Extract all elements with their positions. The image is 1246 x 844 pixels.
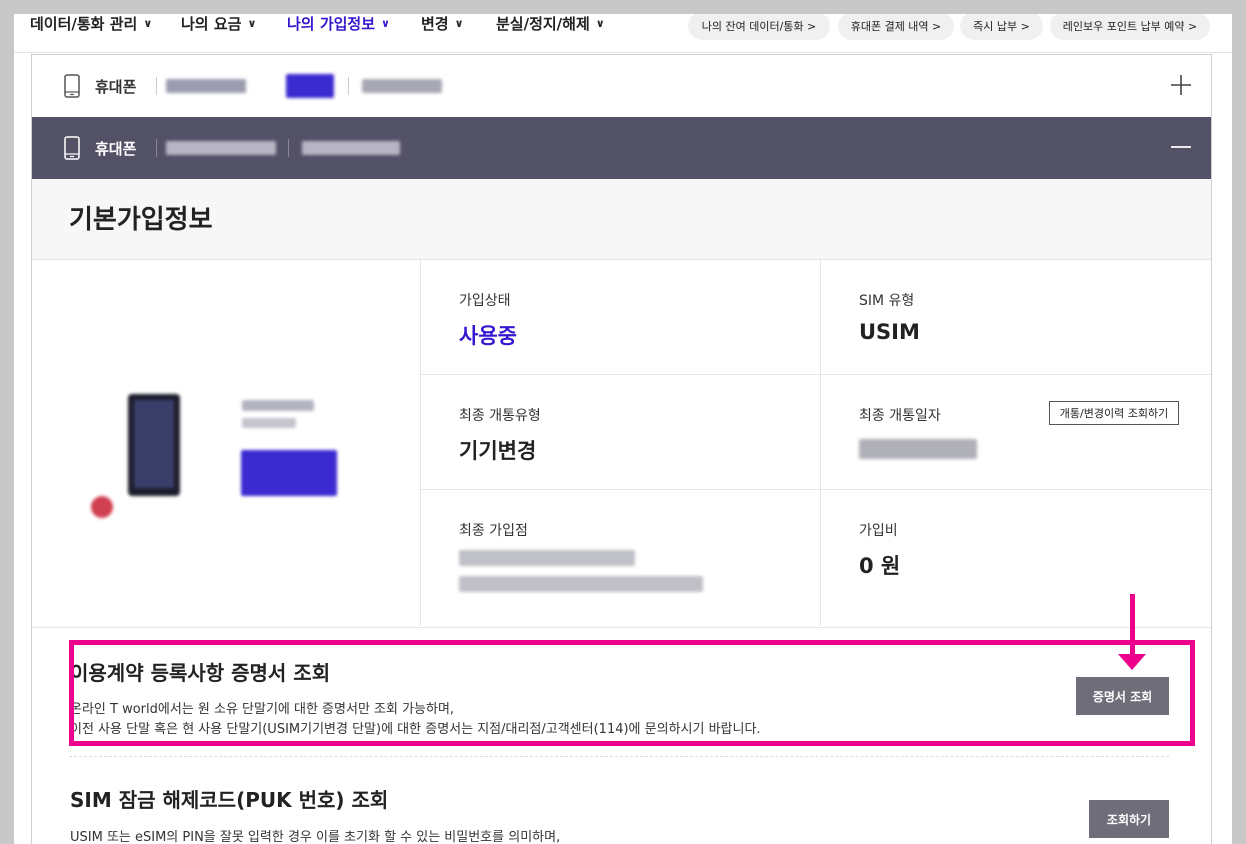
section-divider <box>69 756 1169 757</box>
masked-store-name <box>459 550 635 566</box>
info-cell-sim-type: SIM 유형 USIM <box>820 260 1211 375</box>
info-cell-open-type: 최종 개통유형 기기변경 <box>420 375 821 490</box>
cell-value: 0 원 <box>859 554 901 578</box>
masked-device-button[interactable] <box>241 450 337 496</box>
cell-label: 가입비 <box>859 523 898 539</box>
device-color-swatch <box>91 496 113 518</box>
info-cell-status: 가입상태 사용중 <box>420 260 821 375</box>
shortcut-phone-payment[interactable]: 휴대폰 결제 내역 > <box>838 14 954 40</box>
chevron-down-icon: ∨ <box>381 16 390 30</box>
nav-item-label: 데이터/통화 관리 <box>30 14 138 33</box>
nav-item-change[interactable]: 변경 ∨ <box>421 14 464 33</box>
divider <box>288 139 289 157</box>
puk-desc: USIM 또는 eSIM의 PIN을 잘못 입력한 경우 이를 초기화 할 수 … <box>70 830 561 844</box>
divider <box>156 77 157 95</box>
phone-icon <box>64 136 80 160</box>
phone-icon <box>64 74 80 98</box>
nav-item-label: 분실/정지/해제 <box>496 14 590 33</box>
top-nav: 데이터/통화 관리 ∨ 나의 요금 ∨ 나의 가입정보 ∨ 변경 ∨ 분실/정지… <box>14 14 1232 54</box>
cell-value: 사용중 <box>459 324 517 348</box>
masked-phone-number <box>166 79 246 93</box>
device-panel <box>32 260 421 626</box>
masked-phone-number <box>166 141 276 155</box>
masked-badge <box>286 74 334 98</box>
cell-label: 가입상태 <box>459 293 511 309</box>
divider <box>348 77 349 95</box>
page-title: 기본가입정보 <box>69 205 213 235</box>
masked-device-model <box>242 418 296 428</box>
page: 데이터/통화 관리 ∨ 나의 요금 ∨ 나의 가입정보 ∨ 변경 ∨ 분실/정지… <box>14 14 1232 844</box>
nav-item-label: 변경 <box>421 14 449 33</box>
masked-device-name <box>242 400 314 411</box>
certificate-inquiry-button[interactable]: 증명서 조회 <box>1076 677 1169 715</box>
puk-title: SIM 잠금 해제코드(PUK 번호) 조회 <box>70 788 389 812</box>
masked-plan-name <box>362 79 442 93</box>
masked-store-address <box>459 576 703 592</box>
chevron-down-icon: ∨ <box>247 16 257 30</box>
basic-info-header: 기본가입정보 <box>32 179 1211 260</box>
chevron-down-icon: ∨ <box>595 16 605 30</box>
certificate-desc-line1: 온라인 T world에서는 원 소유 단말기에 대한 증명서만 조회 가능하며… <box>70 702 455 717</box>
shortcut-rainbow-point[interactable]: 레인보우 포인트 납부 예약 > <box>1050 14 1210 40</box>
cell-label: 최종 개통유형 <box>459 408 541 424</box>
puk-inquiry-button[interactable]: 조회하기 <box>1089 800 1169 838</box>
nav-item-lost-suspend[interactable]: 분실/정지/해제 ∨ <box>496 14 605 33</box>
certificate-desc-line2: 이전 사용 단말 혹은 현 사용 단말기(USIM기기변경 단말)에 대한 증명… <box>70 722 761 737</box>
nav-item-label: 나의 가입정보 <box>287 14 376 33</box>
arrow-indicator <box>1130 594 1135 656</box>
nav-item-my-subscription[interactable]: 나의 가입정보 ∨ <box>287 14 390 33</box>
cell-label: SIM 유형 <box>859 293 915 309</box>
masked-open-date <box>859 439 977 459</box>
line-row-expanded[interactable]: 휴대폰 <box>32 117 1211 179</box>
info-cell-fee: 가입비 0 원 <box>820 490 1211 626</box>
cell-label: 최종 가입점 <box>459 523 528 539</box>
nav-item-my-fee[interactable]: 나의 요금 ∨ <box>181 14 257 33</box>
line-type-label: 휴대폰 <box>95 139 137 158</box>
nav-divider <box>14 52 1232 53</box>
divider <box>156 139 157 157</box>
cell-value: 기기변경 <box>459 439 537 463</box>
chevron-down-icon: ∨ <box>454 16 464 30</box>
chevron-down-icon: ∨ <box>143 16 153 30</box>
line-row-collapsed[interactable]: 휴대폰 <box>32 55 1211 118</box>
line-type-label: 휴대폰 <box>95 77 137 96</box>
open-history-button[interactable]: 개통/변경이력 조회하기 <box>1049 401 1179 425</box>
info-cell-open-date: 최종 개통일자 개통/변경이력 조회하기 <box>820 375 1211 490</box>
cell-label: 최종 개통일자 <box>859 408 941 424</box>
plus-icon[interactable] <box>1171 75 1191 95</box>
device-image <box>128 394 180 496</box>
masked-plan-name <box>302 141 400 155</box>
nav-item-data-call[interactable]: 데이터/통화 관리 ∨ <box>30 14 153 33</box>
minus-icon[interactable] <box>1171 137 1191 157</box>
nav-item-label: 나의 요금 <box>181 14 242 33</box>
certificate-title: 이용계약 등록사항 증명서 조회 <box>70 661 331 685</box>
shortcut-remaining-data[interactable]: 나의 잔여 데이터/통화 > <box>688 14 830 40</box>
info-cell-store: 최종 가입점 <box>420 490 821 626</box>
shortcut-instant-payment[interactable]: 즉시 납부 > <box>960 14 1043 40</box>
certificate-section <box>32 627 1211 758</box>
arrow-down-icon <box>1118 654 1146 670</box>
cell-value: USIM <box>859 320 920 344</box>
